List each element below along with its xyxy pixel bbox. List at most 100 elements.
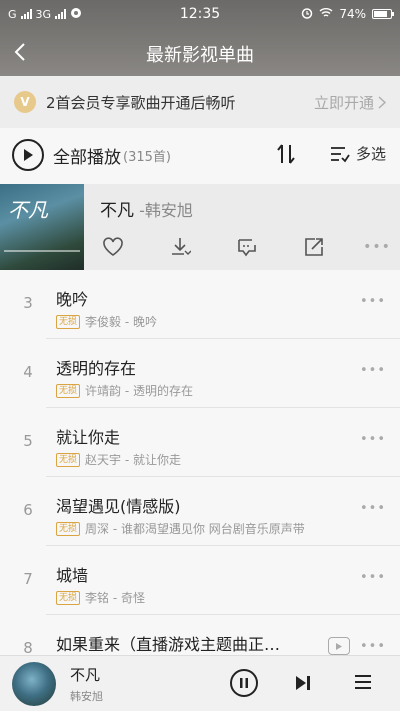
more-icon[interactable]: ••• xyxy=(360,501,386,516)
like-button[interactable] xyxy=(102,236,124,258)
album-cover[interactable]: 不凡 xyxy=(0,184,84,270)
track-number: 4 xyxy=(23,363,33,381)
vip-open-label: 立即开通 xyxy=(313,93,374,112)
pause-icon xyxy=(240,678,248,688)
player-song-title: 不凡 xyxy=(70,665,101,684)
carrier-label-2: 3G xyxy=(35,7,52,21)
sort-button[interactable] xyxy=(276,143,296,169)
song-actions: ••• xyxy=(102,236,391,258)
lossless-badge: 无损 xyxy=(56,383,81,398)
more-icon[interactable]: ••• xyxy=(360,363,386,378)
pause-button[interactable] xyxy=(230,669,258,697)
song-title: 如果重来（直播游戏主题曲正… xyxy=(56,635,281,654)
status-bar: G 3G 12:35 74% xyxy=(0,0,400,28)
multi-select-button[interactable]: 多选 xyxy=(330,143,386,164)
comment-icon xyxy=(238,239,256,257)
current-song-artist: -韩安旭 xyxy=(134,201,193,220)
song-title: 城墙 xyxy=(56,566,89,585)
wifi-icon xyxy=(319,7,333,21)
more-icon: ••• xyxy=(363,239,391,255)
track-number: 3 xyxy=(23,294,33,312)
song-subtitle: 无损 周深 - 谁都渴望遇见你 网台剧音乐原声带 xyxy=(56,520,305,537)
list-item[interactable]: 6 渴望遇见(情感版) 无损 周深 - 谁都渴望遇见你 网台剧音乐原声带 ••• xyxy=(0,477,400,546)
list-item[interactable]: 7 城墙 无损 李铭 - 奇怪 ••• xyxy=(0,546,400,615)
player-song-artist: 韩安旭 xyxy=(70,689,103,703)
more-icon[interactable]: ••• xyxy=(360,432,386,447)
multi-select-label: 多选 xyxy=(356,145,387,163)
vip-badge-icon: V xyxy=(14,91,36,113)
current-song-title: 不凡 -韩安旭 xyxy=(100,196,193,221)
play-all-button[interactable] xyxy=(12,139,44,171)
status-right: 74% xyxy=(301,7,394,22)
more-icon[interactable]: ••• xyxy=(360,639,386,654)
song-subtitle: 无损 许靖韵 - 透明的存在 xyxy=(56,382,193,399)
lossless-badge: 无损 xyxy=(56,452,81,467)
song-artist-album: 许靖韵 - 透明的存在 xyxy=(85,384,193,398)
play-icon xyxy=(24,149,33,161)
more-icon[interactable]: ••• xyxy=(360,570,386,585)
song-list: 3 晚吟 无损 李俊毅 - 晚吟 ••• 4 透明的存在 无损 许靖韵 - 透明的存… xyxy=(0,270,400,684)
back-button[interactable] xyxy=(0,28,40,76)
status-left: G 3G xyxy=(8,7,82,22)
chevron-left-icon xyxy=(14,43,25,61)
carrier-label-1: G xyxy=(8,7,17,21)
nav-bar: 最新影视单曲 xyxy=(0,28,400,76)
signal-icon xyxy=(20,9,32,19)
song-title: 晚吟 xyxy=(56,290,89,309)
multi-select-icon xyxy=(331,146,350,162)
player-album-cover[interactable] xyxy=(12,661,56,706)
alarm-icon xyxy=(301,7,313,22)
battery-icon xyxy=(372,9,394,19)
heart-icon xyxy=(103,237,123,256)
share-icon xyxy=(305,238,323,256)
cover-title: 不凡 xyxy=(8,198,48,222)
song-title: 透明的存在 xyxy=(56,359,137,378)
song-subtitle: 无损 李俊毅 - 晚吟 xyxy=(56,313,157,330)
song-subtitle: 无损 赵天宇 - 就让你走 xyxy=(56,451,181,468)
chevron-right-icon xyxy=(378,95,386,109)
list-item[interactable]: 5 就让你走 无损 赵天宇 - 就让你走 ••• xyxy=(0,408,400,477)
vip-text: 2首会员专享歌曲开通后畅听 xyxy=(46,93,236,112)
lossless-badge: 无损 xyxy=(56,521,81,536)
more-button[interactable]: ••• xyxy=(363,236,391,258)
more-icon[interactable]: ••• xyxy=(360,294,386,309)
list-item[interactable]: 3 晚吟 无损 李俊毅 - 晚吟 ••• xyxy=(0,270,400,339)
current-song-info: 不凡 -韩安旭 ••• xyxy=(84,184,400,270)
current-title-text: 不凡 xyxy=(100,201,134,221)
sort-icon xyxy=(277,144,295,164)
signal-icon-2 xyxy=(55,9,67,19)
page-title: 最新影视单曲 xyxy=(146,45,254,66)
play-all-bar: 全部播放 (315首) 多选 xyxy=(0,128,400,182)
next-icon xyxy=(296,676,310,690)
player-info[interactable]: 不凡 韩安旭 xyxy=(70,664,103,704)
battery-percent: 74% xyxy=(339,7,366,21)
mv-icon[interactable] xyxy=(328,637,350,655)
song-artist-album: 李铭 - 奇怪 xyxy=(85,591,145,605)
song-artist-album: 赵天宇 - 就让你走 xyxy=(85,453,181,467)
notification-icon xyxy=(70,7,82,22)
next-button[interactable] xyxy=(294,674,312,696)
comment-button[interactable] xyxy=(236,236,258,258)
header: G 3G 12:35 74% 最新影视单曲 xyxy=(0,0,400,76)
current-song-row[interactable]: 不凡 不凡 -韩安旭 ••• xyxy=(0,184,400,270)
list-item[interactable]: 4 透明的存在 无损 许靖韵 - 透明的存在 ••• xyxy=(0,339,400,408)
vip-banner[interactable]: V 2首会员专享歌曲开通后畅听 立即开通 xyxy=(0,76,400,128)
track-number: 6 xyxy=(23,501,33,519)
cover-decoration xyxy=(4,250,80,252)
download-button[interactable] xyxy=(169,236,191,258)
song-artist-album: 周深 - 谁都渴望遇见你 网台剧音乐原声带 xyxy=(85,522,305,536)
song-subtitle: 无损 李铭 - 奇怪 xyxy=(56,589,145,606)
track-number: 7 xyxy=(23,570,33,588)
share-button[interactable] xyxy=(303,236,325,258)
song-title: 就让你走 xyxy=(56,428,121,447)
mini-player: 不凡 韩安旭 xyxy=(0,655,400,711)
lossless-badge: 无损 xyxy=(56,314,81,329)
song-title: 渴望遇见(情感版) xyxy=(56,497,181,516)
track-number: 5 xyxy=(23,432,33,450)
playlist-button[interactable] xyxy=(354,673,372,695)
play-all-label[interactable]: 全部播放 xyxy=(53,143,121,168)
vip-open-link[interactable]: 立即开通 xyxy=(314,92,386,113)
song-artist-album: 李俊毅 - 晚吟 xyxy=(85,315,157,329)
song-count: (315首) xyxy=(123,149,171,165)
lossless-badge: 无损 xyxy=(56,590,81,605)
